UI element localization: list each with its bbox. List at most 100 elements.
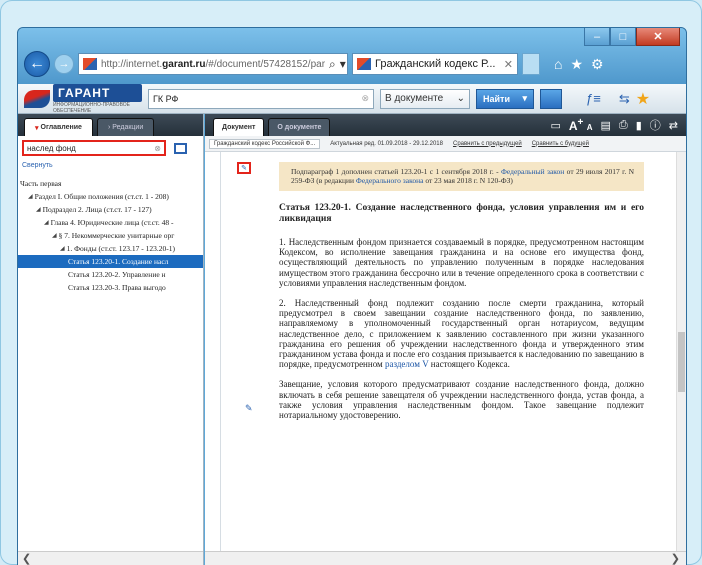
search-scope-select[interactable]: В документе ⌄ [380, 88, 470, 109]
compare-prev-link[interactable]: Сравнить с предыдущей [453, 141, 522, 147]
tab-about-document[interactable]: О документе [268, 118, 331, 136]
share-icon[interactable]: ⇄ [669, 119, 678, 132]
browser-window: – □ ✕ ← → http://internet.garant.ru/#/do… [17, 27, 687, 565]
expand-arrow-icon[interactable]: ◢ [52, 232, 57, 239]
font-size-icon[interactable]: A+ A [569, 117, 593, 133]
tree-item[interactable]: Статья 123.20-3. Права выгодо [18, 281, 203, 294]
tree-item[interactable]: ◢ Подраздел 2. Лица (ст.ст. 17 - 127) [18, 203, 203, 216]
garant-toolbar: ГАРАНТ ИНФОРМАЦИОННО-ПРАВОВОЕ ОБЕСПЕЧЕНИ… [18, 83, 686, 114]
find-label: Найти [483, 93, 510, 104]
law-link[interactable]: Федерального закона [356, 176, 424, 185]
close-tab-icon[interactable]: ✕ [504, 58, 513, 71]
filter-toggle-icon[interactable] [174, 142, 187, 154]
new-tab-button[interactable] [522, 53, 540, 75]
find-options-button[interactable] [540, 88, 562, 109]
info-icon[interactable]: ⓘ [650, 117, 661, 133]
paragraph: 2. Наследственный фонд подлежит созданию… [279, 298, 644, 370]
garant-favicon-icon [83, 58, 97, 70]
tree-item-label: Часть первая [20, 179, 62, 188]
forward-button[interactable]: → [54, 54, 74, 74]
minimize-button[interactable]: – [584, 28, 610, 46]
vertical-scrollbar[interactable] [676, 152, 686, 551]
home-icon[interactable]: ⌂ [554, 56, 562, 72]
expand-arrow-icon[interactable]: ◢ [36, 206, 41, 213]
document-text: Подпараграф 1 дополнен статьей 123.20-1 … [221, 154, 674, 551]
search-scope-label: В документе [385, 93, 444, 104]
contents-tree: Часть первая ◢ Раздел I. Общие положения (… [18, 177, 203, 294]
tree-item[interactable]: Статья 123.20-1. Создание насл [18, 255, 203, 268]
export-icon[interactable]: ▭ [550, 119, 560, 132]
dropdown-icon[interactable]: ▾ [340, 57, 346, 71]
tree-item[interactable]: ◢ Глава 4. Юридические лица (ст.ст. 48 - [18, 216, 203, 229]
horizontal-scrollbar[interactable]: ❯ [205, 551, 686, 565]
address-bar[interactable]: http://internet.garant.ru/#/document/574… [78, 53, 348, 75]
paragraph: 1. Наследственным фондом признается созд… [279, 237, 644, 288]
section-link[interactable]: разделом V [385, 359, 429, 369]
scroll-left-icon[interactable]: ❮ [22, 552, 31, 565]
search-icon[interactable]: ⌕ [329, 57, 336, 72]
gear-icon[interactable]: ⚙ [591, 56, 604, 73]
arrow-left-icon: ← [29, 55, 45, 72]
tree-item-label: § 7. Некоммерческие унитарные орг [58, 231, 175, 240]
chevron-right-icon: › [107, 124, 111, 131]
document-panel: Документ О документе ▭ A+ A ▤ ⎙ ▮ ⓘ ⇄ Гр… [205, 114, 686, 565]
tree-item-label: Раздел I. Общие положения (ст.ст. 1 - 20… [34, 192, 169, 201]
document-name-field[interactable]: Гражданский кодекс Российской Ф... [209, 138, 321, 149]
tree-item[interactable]: Часть первая [18, 177, 203, 190]
tab-contents[interactable]: ▾ Оглавление [24, 118, 93, 136]
print-icon[interactable]: ⎙ [619, 119, 628, 132]
back-button[interactable]: ← [24, 51, 50, 77]
compare-next-link[interactable]: Сравнить с будущей [532, 141, 589, 147]
maximize-button[interactable]: □ [610, 28, 636, 46]
tree-item[interactable]: ◢ 1. Фонды (ст.ст. 123.17 - 123.20-1) [18, 242, 203, 255]
tree-item[interactable]: ◢ Раздел I. Общие положения (ст.ст. 1 - 2… [18, 190, 203, 203]
chevron-down-icon: ▾ [522, 93, 527, 103]
contents-panel: ▾ Оглавление › Редакции наслед фонд ⊗ Свер… [18, 114, 204, 565]
garant-favicon-icon [357, 58, 371, 70]
find-button[interactable]: Найти ▾ [476, 88, 534, 109]
scrollbar-thumb[interactable] [678, 332, 685, 392]
collapse-link[interactable]: Свернуть [18, 160, 203, 177]
arrow-right-icon: → [58, 58, 70, 70]
expand-arrow-icon[interactable]: ◢ [60, 245, 65, 252]
edition-select[interactable]: Актуальная ред. 01.09.2018 - 29.12.2018 [330, 141, 443, 147]
margin-column [205, 152, 221, 551]
favorites-star-icon[interactable]: ★ [570, 56, 583, 73]
law-link[interactable]: Федеральный закон [501, 167, 564, 176]
navigation-bar: ← → http://internet.garant.ru/#/document… [24, 50, 680, 78]
expand-arrow-icon[interactable]: ◢ [28, 193, 33, 200]
close-button[interactable]: ✕ [636, 28, 680, 46]
tab-document[interactable]: Документ [213, 118, 265, 136]
garant-logo[interactable]: ГАРАНТ ИНФОРМАЦИОННО-ПРАВОВОЕ ОБЕСПЕЧЕНИ… [24, 83, 142, 114]
search-value: ГК РФ [153, 93, 179, 104]
expand-arrow-icon[interactable]: ◢ [44, 219, 49, 226]
tree-item-label: Статья 123.20-1. Создание насл [68, 257, 169, 266]
document-tools: ▭ A+ A ▤ ⎙ ▮ ⓘ ⇄ [550, 117, 678, 133]
document-tabs: Документ О документе ▭ A+ A ▤ ⎙ ▮ ⓘ ⇄ [205, 114, 686, 136]
paragraph: Завещание, условия которого предусматрив… [279, 379, 644, 421]
address-url: http://internet.garant.ru/#/document/574… [101, 58, 326, 70]
scroll-right-icon[interactable]: ❯ [671, 552, 680, 565]
formula-search-icon[interactable]: ƒ≡ [586, 91, 601, 106]
clear-icon[interactable]: ⊗ [361, 93, 369, 104]
edition-bar: Гражданский кодекс Российской Ф... Актуа… [205, 136, 686, 152]
contents-search-input[interactable]: наслед фонд ⊗ [22, 140, 166, 156]
logo-subtitle: ИНФОРМАЦИОННО-ПРАВОВОЕ ОБЕСПЕЧЕНИЕ [52, 101, 130, 114]
favorites-star-icon[interactable]: ★ [636, 89, 650, 109]
tab-editions[interactable]: › Редакции [96, 118, 155, 136]
horizontal-scrollbar[interactable]: ❮ [18, 551, 203, 565]
save-icon[interactable]: ▤ [601, 119, 611, 132]
browser-tab[interactable]: Гражданский кодекс Р... ✕ [352, 53, 518, 75]
window-controls: – □ ✕ [584, 28, 680, 46]
page-frame: – □ ✕ ← → http://internet.garant.ru/#/do… [0, 0, 702, 565]
tree-item[interactable]: ◢ § 7. Некоммерческие унитарные орг [18, 229, 203, 242]
logo-text: ГАРАНТ [52, 83, 142, 102]
article-title: Статья 123.20-1. Создание наследственног… [279, 203, 644, 224]
chevron-down-icon: ⌄ [456, 93, 465, 104]
contents-search-row: наслед фонд ⊗ [18, 136, 203, 160]
layout-toggle-icon[interactable]: ⇆ [619, 91, 630, 107]
search-input[interactable]: ГК РФ ⊗ [148, 88, 374, 109]
bookmark-icon[interactable]: ▮ [636, 119, 642, 132]
clear-icon[interactable]: ⊗ [154, 144, 161, 153]
tree-item[interactable]: Статья 123.20-2. Управление н [18, 268, 203, 281]
